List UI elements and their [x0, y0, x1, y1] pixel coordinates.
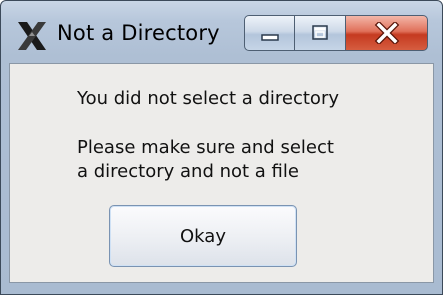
message-line-1: You did not select a directory: [77, 88, 340, 109]
maximize-icon: [312, 25, 328, 40]
dialog-window: Not a Directory You did not select a dir…: [0, 0, 443, 295]
message-line-3: a directory and not a file: [77, 161, 299, 182]
x-app-icon: [18, 22, 46, 50]
title-bar[interactable]: Not a Directory: [1, 1, 442, 63]
window-controls: [244, 15, 428, 53]
minimize-button[interactable]: [244, 15, 295, 51]
close-icon: [374, 22, 399, 44]
maximize-button[interactable]: [295, 15, 346, 51]
window-title: Not a Directory: [57, 21, 220, 45]
okay-button[interactable]: Okay: [109, 205, 297, 267]
close-button[interactable]: [346, 15, 428, 51]
dialog-content: You did not select a directory Please ma…: [9, 63, 434, 283]
minimize-icon: [260, 34, 279, 41]
message-line-2: Please make sure and select: [77, 137, 334, 158]
